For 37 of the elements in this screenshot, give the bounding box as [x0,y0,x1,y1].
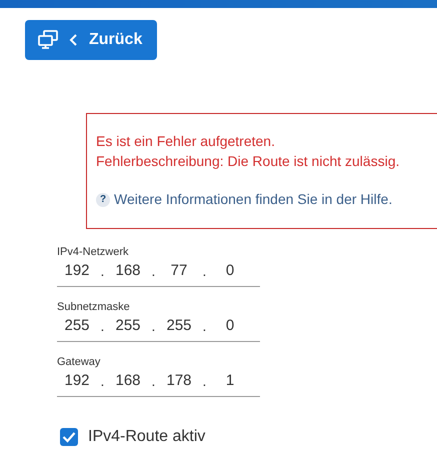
octet-input[interactable]: 192 [57,370,97,392]
error-message: Fehlerbeschreibung: Die Route ist nicht zulässig. [96,152,400,171]
octet-input[interactable]: 168 [108,260,148,282]
help-link[interactable]: Weitere Informationen finden Sie in der Hilfe. [114,189,392,210]
monitors-icon [37,30,59,50]
octet-input[interactable]: 0 [210,314,250,337]
octet-input[interactable]: 178 [159,370,199,392]
octet-separator: . [150,262,156,281]
octet-separator: . [100,262,106,281]
octet-separator: . [100,317,106,336]
field-label: Subnetzmaske [57,300,131,314]
octet-separator: . [150,317,156,336]
octet-input[interactable]: 255 [159,314,199,337]
error-message: Es ist ein Fehler aufgetreten. [96,132,276,151]
octet-input[interactable]: 1 [210,370,250,392]
octet-input[interactable]: 192 [57,260,97,282]
back-button[interactable]: Zurück [25,20,157,60]
octet-separator: . [100,372,106,391]
octet-separator: . [202,262,208,281]
octet-input[interactable]: 168 [108,370,148,392]
ip-address-field[interactable]: 255 . 255 . 255 . 0 [57,314,260,342]
octet-input[interactable]: 0 [210,260,250,282]
octet-input[interactable]: 255 [57,314,97,337]
octet-separator: . [202,372,208,391]
octet-separator: . [150,372,156,391]
checkmark-icon [62,431,76,443]
octet-input[interactable]: 255 [108,314,148,337]
octet-input[interactable]: 77 [159,260,199,282]
checkbox[interactable] [60,428,78,446]
octet-separator: . [202,317,208,336]
checkbox-label: IPv4-Route aktiv [88,427,206,447]
field-label: IPv4-Netzwerk [57,245,130,259]
ip-address-field[interactable]: 192 . 168 . 178 . 1 [57,369,260,397]
ip-address-field[interactable]: 192 . 168 . 77 . 0 [57,259,260,287]
help-icon: ? [96,192,110,206]
chevron-left-icon [69,33,79,47]
field-label: Gateway [57,355,102,369]
